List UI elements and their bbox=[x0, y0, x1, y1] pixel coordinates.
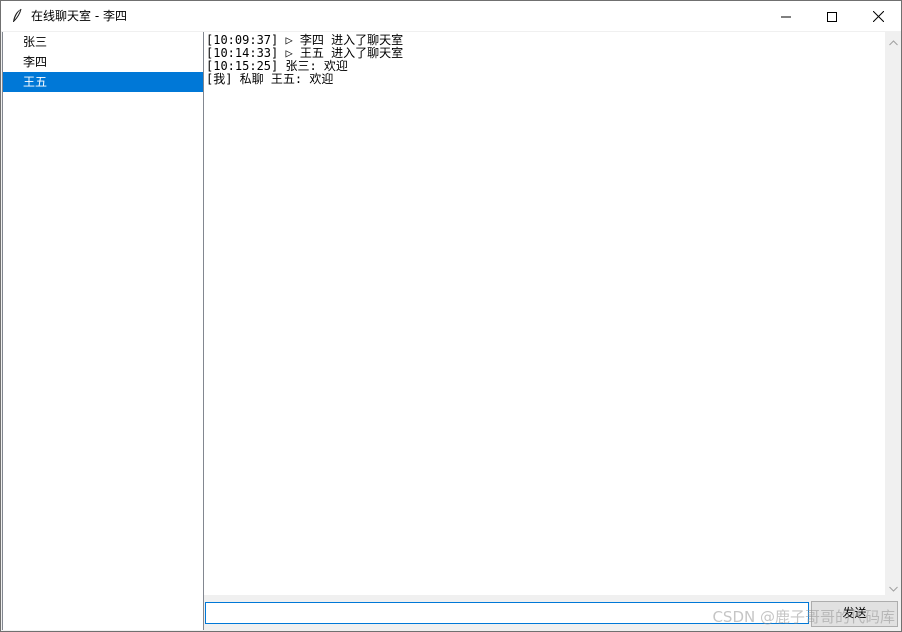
close-button[interactable] bbox=[855, 1, 901, 31]
chevron-down-icon bbox=[889, 577, 898, 596]
chevron-up-icon bbox=[889, 31, 898, 50]
maximize-icon bbox=[827, 7, 837, 26]
scroll-down-button[interactable] bbox=[885, 577, 901, 596]
user-list-item[interactable]: 张三 bbox=[3, 32, 203, 52]
user-list-item-selected[interactable]: 王五 bbox=[3, 72, 203, 92]
title-bar[interactable]: 在线聊天室 - 李四 bbox=[1, 1, 901, 31]
message-area[interactable]: [10:09:37] ▷ 李四 进入了聊天室 [10:14:33] ▷ 王五 进… bbox=[204, 32, 885, 595]
send-button[interactable]: 发送 bbox=[811, 601, 898, 627]
minimize-button[interactable] bbox=[763, 1, 809, 31]
user-list[interactable]: 张三 李四 王五 bbox=[2, 32, 204, 630]
message-input[interactable] bbox=[205, 602, 809, 624]
chat-window: 在线聊天室 - 李四 张三 李四 王五 [10:09:37] ▷ 李四 进入了聊… bbox=[0, 0, 902, 632]
user-list-item[interactable]: 李四 bbox=[3, 52, 203, 72]
window-title: 在线聊天室 - 李四 bbox=[31, 9, 127, 23]
scroll-up-button[interactable] bbox=[885, 31, 901, 50]
maximize-button[interactable] bbox=[809, 1, 855, 31]
minimize-icon bbox=[781, 7, 791, 26]
message-scrollbar[interactable] bbox=[885, 31, 901, 596]
message-line: [我] 私聊 王五: 欢迎 bbox=[206, 72, 334, 86]
close-icon bbox=[872, 7, 884, 26]
composer-bar: 发送 bbox=[204, 595, 901, 631]
feather-icon bbox=[11, 8, 23, 24]
